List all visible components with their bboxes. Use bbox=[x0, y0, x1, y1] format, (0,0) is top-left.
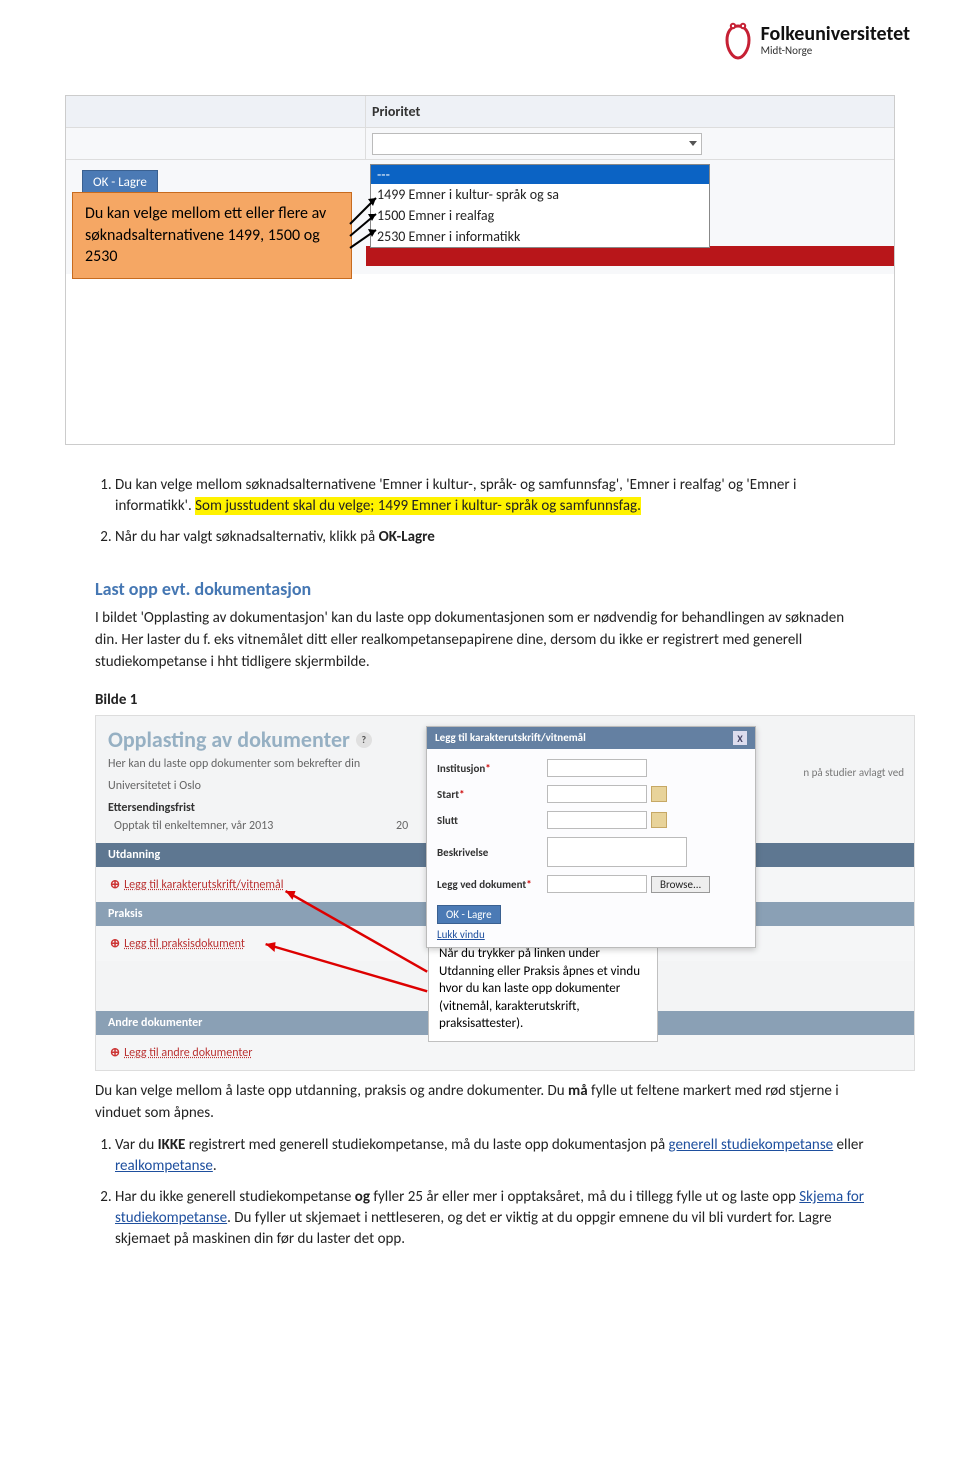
list-item: Var du IKKE registrert med generell stud… bbox=[115, 1135, 870, 1177]
screenshot-priority-dropdown: Prioritet OK - Lagre --- 1499 Emner i ku… bbox=[65, 95, 895, 445]
numbered-list-1: Du kan velge mellom søknadsalternativene… bbox=[95, 475, 870, 548]
column-header-prioritet: Prioritet bbox=[366, 103, 894, 120]
priority-dropdown-open[interactable]: --- 1499 Emner i kultur- språk og sa 150… bbox=[370, 164, 710, 248]
brand-logo: Folkeuniversitetet Midt-Norge bbox=[721, 20, 910, 60]
callout-upload-info: Når du trykker på linken under Utdanning… bbox=[428, 936, 658, 1042]
chevron-down-icon bbox=[689, 141, 697, 146]
section-heading-dokumentasjon: Last opp evt. dokumentasjon bbox=[95, 578, 870, 600]
list-item-1: Du kan velge mellom søknadsalternativene… bbox=[115, 475, 870, 517]
upload-modal: Legg til karakterutskrift/vitnemål X Ins… bbox=[426, 726, 756, 948]
priority-select[interactable] bbox=[372, 133, 702, 155]
start-input[interactable] bbox=[547, 785, 647, 803]
link-legg-til-praksis[interactable]: Legg til praksisdokument bbox=[124, 937, 245, 951]
link-generell-studiekompetanse[interactable]: generell studiekompetanse bbox=[669, 1136, 834, 1154]
page-header: Folkeuniversitetet Midt-Norge bbox=[0, 0, 960, 75]
dropdown-option-2530[interactable]: 2530 Emner i informatikk bbox=[371, 226, 709, 247]
modal-title: Legg til karakterutskrift/vitnemål bbox=[435, 731, 586, 745]
screenshot-upload-documents: Opplasting av dokumenter ? Her kan du la… bbox=[95, 715, 915, 1071]
plus-icon: ⊕ bbox=[110, 1046, 120, 1060]
slutt-input[interactable] bbox=[547, 811, 647, 829]
plus-icon: ⊕ bbox=[110, 937, 120, 951]
paragraph-dokumentasjon: I bildet 'Opplasting av dokumentasjon' k… bbox=[95, 608, 870, 673]
link-realkompetanse[interactable]: realkompetanse bbox=[115, 1157, 213, 1175]
red-bar bbox=[366, 246, 894, 266]
owl-icon bbox=[721, 20, 755, 60]
brand-name: Folkeuniversitetet bbox=[761, 24, 910, 44]
dropdown-option-1500[interactable]: 1500 Emner i realfag bbox=[371, 205, 709, 226]
plus-icon: ⊕ bbox=[110, 878, 120, 892]
calendar-icon[interactable] bbox=[651, 786, 667, 802]
modal-ok-button[interactable]: OK - Lagre bbox=[437, 905, 501, 924]
file-path-input[interactable] bbox=[547, 875, 647, 893]
numbered-list-2: Var du IKKE registrert med generell stud… bbox=[95, 1135, 870, 1250]
lukk-vindu-link[interactable]: Lukk vindu bbox=[437, 928, 745, 941]
close-icon[interactable]: X bbox=[733, 731, 747, 745]
callout-alternatives: Du kan velge mellom ett eller flere av s… bbox=[72, 192, 352, 279]
dropdown-option-1499[interactable]: 1499 Emner i kultur- språk og sa bbox=[371, 184, 709, 205]
list-item: Har du ikke generell studiekompetanse og… bbox=[115, 1187, 870, 1250]
dropdown-selected[interactable]: --- bbox=[371, 165, 709, 184]
beskrivelse-input[interactable] bbox=[547, 837, 687, 867]
paragraph-upload-options: Du kan velge mellom å laste opp utdannin… bbox=[95, 1081, 870, 1125]
highlighted-text: Som jusstudent skal du velge; 1499 Emner… bbox=[195, 497, 641, 515]
link-legg-til-andre[interactable]: Legg til andre dokumenter bbox=[124, 1046, 252, 1060]
bilde-1-label: Bilde 1 bbox=[95, 691, 870, 709]
browse-button[interactable]: Browse... bbox=[651, 876, 710, 893]
calendar-icon[interactable] bbox=[651, 812, 667, 828]
list-item-2: Når du har valgt søknadsalternativ, klik… bbox=[115, 527, 870, 548]
link-legg-til-vitnemal[interactable]: Legg til karakterutskrift/vitnemål bbox=[124, 878, 283, 892]
help-icon[interactable]: ? bbox=[356, 732, 372, 748]
institusjon-input[interactable] bbox=[547, 759, 647, 777]
